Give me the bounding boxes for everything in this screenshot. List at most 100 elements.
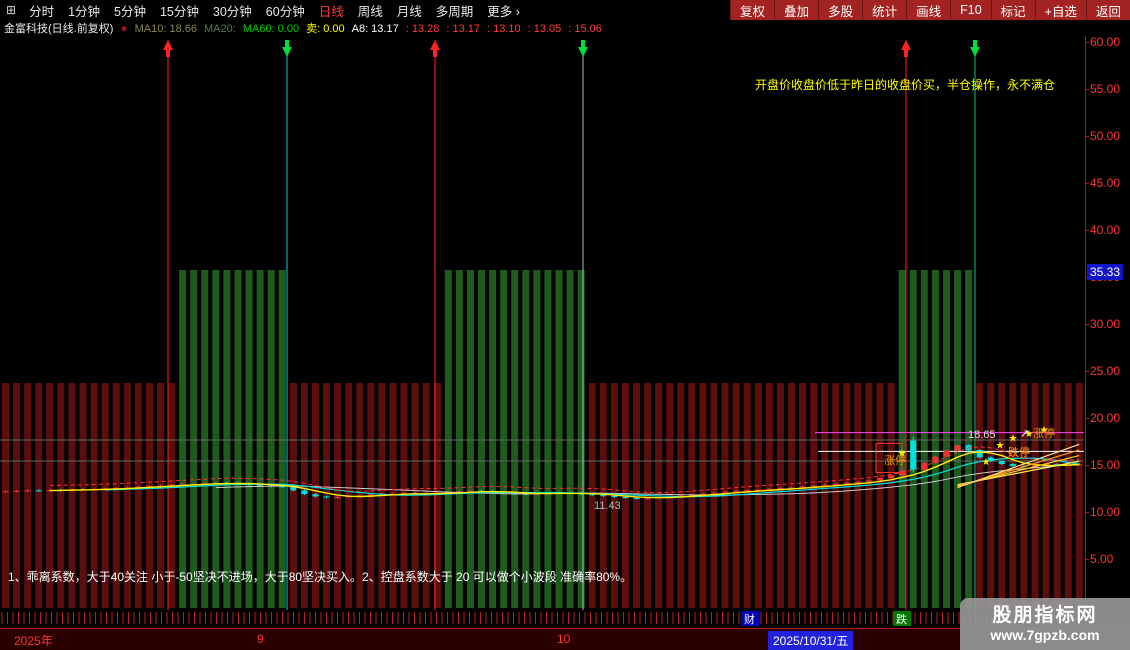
- candle-body: [833, 484, 839, 485]
- indicator-value: : 13.05: [528, 23, 562, 35]
- indicator-value: MA20:: [204, 23, 236, 35]
- candle-body: [1010, 464, 1016, 466]
- indicator-values: MA10: 18.66MA20:MA60: 0.00卖: 0.00A8: 13.…: [135, 20, 609, 36]
- candle-body: [711, 493, 717, 494]
- time-axis-label: 9: [257, 632, 264, 646]
- bg-volume-bar: [843, 383, 850, 608]
- bg-volume-bar: [201, 270, 208, 608]
- toolbar-item-多股[interactable]: 多股: [818, 0, 862, 20]
- sell-arrow-icon: [282, 40, 292, 57]
- bg-volume-bar: [766, 383, 773, 608]
- bg-volume-bar: [500, 270, 507, 608]
- menu-item-30分钟[interactable]: 30分钟: [206, 1, 259, 20]
- toolbar-item-返回[interactable]: 返回: [1086, 0, 1130, 20]
- chart-annotation: 18.65: [968, 429, 996, 441]
- bg-volume-bar: [268, 270, 275, 608]
- menu-item-日线[interactable]: 日线: [312, 1, 351, 20]
- indicator-value: 卖: 0.00: [306, 23, 345, 35]
- bg-volume-bar: [788, 383, 795, 608]
- bg-volume-bar: [832, 383, 839, 608]
- top-menubar: ⊞ 分时1分钟5分钟15分钟30分钟60分钟日线周线月线多周期更多 › 复权叠加…: [0, 0, 1130, 20]
- time-axis-current-date: 2025/10/31/五: [768, 631, 853, 650]
- bg-volume-bar: [246, 270, 253, 608]
- buy-arrow-icon: [163, 40, 173, 57]
- time-axis-label: 2025年: [14, 632, 53, 649]
- menu-item-更多 ›[interactable]: 更多 ›: [480, 1, 527, 20]
- bg-volume-bar: [445, 270, 452, 608]
- candle-body: [335, 497, 341, 498]
- chart-annotation: 跌停: [1008, 445, 1030, 459]
- menu-item-分时[interactable]: 分时: [22, 1, 61, 20]
- chart-annotation: 财: [744, 612, 755, 626]
- watermark-site-name: 股朋指标网: [960, 605, 1130, 627]
- bg-volume-bar: [234, 270, 241, 608]
- candle-body: [999, 461, 1005, 464]
- bg-volume-bar: [987, 383, 994, 608]
- price-tick-label: 50.00: [1090, 129, 1120, 143]
- bg-volume-bar: [1054, 383, 1061, 608]
- bg-volume-bar: [578, 270, 585, 608]
- bg-volume-bar: [511, 270, 518, 608]
- bg-volume-bar: [932, 270, 939, 608]
- chart-annotation: 开盘价收盘价低于昨日的收盘价买，半仓操作，永不满仓: [755, 77, 1055, 92]
- bg-volume-bar: [777, 383, 784, 608]
- current-price-badge: 35.33: [1087, 264, 1123, 280]
- stock-title: 金富科技(日线.前复权): [4, 20, 113, 36]
- bg-volume-bar: [190, 270, 197, 608]
- bg-volume-bar: [998, 383, 1005, 608]
- bg-volume-bar: [212, 270, 219, 608]
- bg-volume-bar: [179, 270, 186, 608]
- menu-item-周线[interactable]: 周线: [351, 1, 390, 20]
- title-indicator-bar: 金富科技(日线.前复权) ● MA10: 18.66MA20:MA60: 0.0…: [0, 20, 1130, 36]
- marker-dot-icon: ●: [120, 21, 127, 35]
- menu-item-多周期[interactable]: 多周期: [429, 1, 481, 20]
- price-tick-label: 15.00: [1090, 458, 1120, 472]
- menu-item-5分钟[interactable]: 5分钟: [107, 1, 153, 20]
- candle-body: [25, 490, 31, 491]
- indicator-value: : 15.06: [568, 23, 602, 35]
- toolbar-item-统计[interactable]: 统计: [862, 0, 906, 20]
- candle-body: [955, 445, 961, 451]
- indicator-value: : 13.17: [446, 23, 480, 35]
- bg-volume-bar: [1065, 383, 1072, 608]
- candle-body: [611, 496, 617, 497]
- bg-volume-bar: [744, 383, 751, 608]
- toolbar-item-标记[interactable]: 标记: [991, 0, 1035, 20]
- period-menu: 分时1分钟5分钟15分钟30分钟60分钟日线周线月线多周期更多 ›: [22, 0, 527, 20]
- window-layout-icon[interactable]: ⊞: [0, 3, 22, 17]
- star-marker-icon: ★: [982, 457, 991, 468]
- menu-item-月线[interactable]: 月线: [390, 1, 429, 20]
- price-tick-label: 40.00: [1090, 223, 1120, 237]
- bg-volume-bar: [533, 270, 540, 608]
- bg-volume-bar: [755, 383, 762, 608]
- star-marker-icon: ★: [1009, 434, 1018, 445]
- price-tick-label: 5.00: [1090, 552, 1113, 566]
- star-marker-icon: ★: [996, 440, 1005, 451]
- stock-app-window: ⊞ 分时1分钟5分钟15分钟30分钟60分钟日线周线月线多周期更多 › 复权叠加…: [0, 0, 1130, 650]
- bg-volume-bar: [223, 270, 230, 608]
- price-tick-label: 45.00: [1090, 176, 1120, 190]
- tools-menu: 复权叠加多股统计画线F10标记+自选返回: [730, 0, 1130, 20]
- bg-volume-bar: [976, 383, 983, 608]
- toolbar-item-叠加[interactable]: 叠加: [774, 0, 818, 20]
- candle-body: [722, 492, 728, 493]
- price-tick-label: 60.00: [1090, 35, 1120, 49]
- candle-body: [633, 498, 639, 499]
- menu-item-1分钟[interactable]: 1分钟: [61, 1, 107, 20]
- time-axis-label: 10: [557, 632, 570, 646]
- bg-volume-bar: [1032, 383, 1039, 608]
- toolbar-item-画线[interactable]: 画线: [906, 0, 950, 20]
- toolbar-item-复权[interactable]: 复权: [730, 0, 774, 20]
- bg-volume-bar: [1043, 383, 1050, 608]
- chart-annotation: 11.43: [594, 500, 621, 512]
- bg-volume-bar: [799, 383, 806, 608]
- candle-body: [3, 491, 9, 492]
- candlestick-chart[interactable]: ★★★★★★开盘价收盘价低于昨日的收盘价买，半仓操作，永不满仓1、乖离系数，大于…: [0, 36, 1085, 628]
- main-chart-area[interactable]: ★★★★★★开盘价收盘价低于昨日的收盘价买，半仓操作，永不满仓1、乖离系数，大于…: [0, 36, 1085, 628]
- indicator-value: : 13.10: [487, 23, 521, 35]
- menu-item-60分钟[interactable]: 60分钟: [259, 1, 312, 20]
- bg-volume-bar: [877, 383, 884, 608]
- menu-item-15分钟[interactable]: 15分钟: [153, 1, 206, 20]
- toolbar-item-+自选[interactable]: +自选: [1035, 0, 1086, 20]
- toolbar-item-F10[interactable]: F10: [950, 0, 991, 20]
